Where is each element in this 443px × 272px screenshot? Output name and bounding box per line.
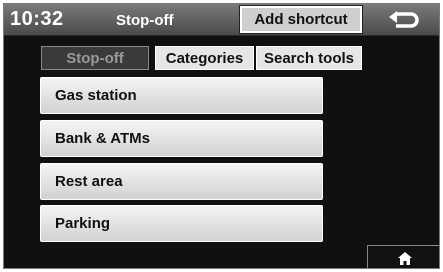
list-item-gas-station[interactable]: Gas station [40,77,323,114]
tab-search-tools[interactable]: Search tools [256,46,362,70]
list-item-bank-atms[interactable]: Bank & ATMs [40,120,323,157]
tab-stop-off[interactable]: Stop-off [41,46,149,70]
add-shortcut-button[interactable]: Add shortcut [239,5,363,34]
list-item-rest-area[interactable]: Rest area [40,163,323,200]
page-title: Stop-off [116,12,174,29]
home-icon [397,251,412,265]
nav-screen: 10:32 Stop-off Add shortcut Stop-off Cat… [3,3,440,269]
clock: 10:32 [10,8,64,30]
tab-categories[interactable]: Categories [155,46,254,70]
list-item-parking[interactable]: Parking [40,205,323,242]
header-bar: 10:32 Stop-off Add shortcut [4,4,439,36]
back-button[interactable] [371,6,437,33]
back-arrow-icon [389,10,419,28]
home-button[interactable] [367,245,439,268]
